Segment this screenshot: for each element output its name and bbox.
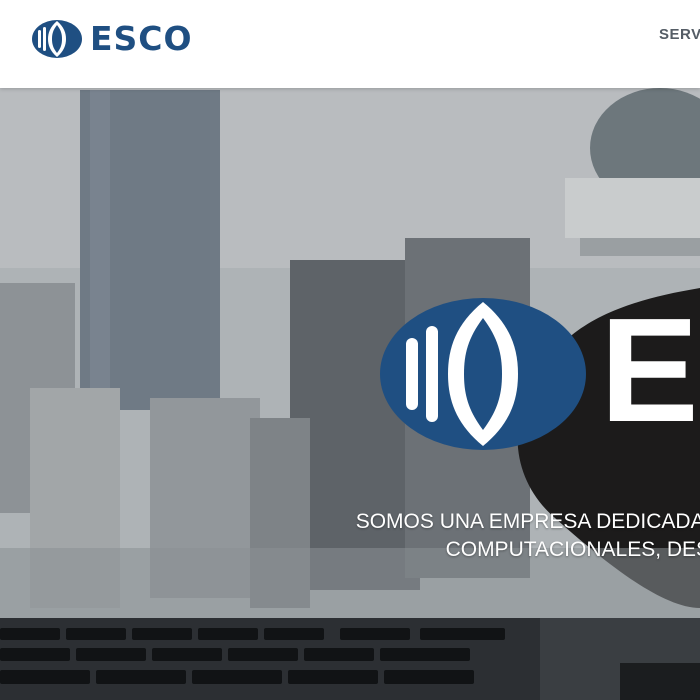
hero-tagline: SOMOS UNA EMPRESA DEDICADA A ATENDER AL … (0, 508, 700, 564)
hero-brand-text: ES (600, 288, 700, 453)
esco-logo-icon (32, 20, 82, 58)
esco-hero-logo-icon (380, 298, 586, 450)
nav-item-servicios[interactable]: SERV (659, 26, 700, 43)
tagline-line-2: COMPUTACIONALES, DESARROLLO DE SOF (445, 538, 700, 561)
site-header: ESCO SERV (0, 0, 700, 88)
brand-logo-link[interactable]: ESCO (30, 19, 193, 59)
city-background-image (0, 88, 700, 700)
brand-name: ESCO (90, 19, 193, 58)
hero-banner: ES SOMOS UNA EMPRESA DEDICADA A ATENDER … (0, 88, 700, 700)
tagline-line-1: SOMOS UNA EMPRESA DEDICADA A ATENDER AL … (355, 510, 700, 533)
